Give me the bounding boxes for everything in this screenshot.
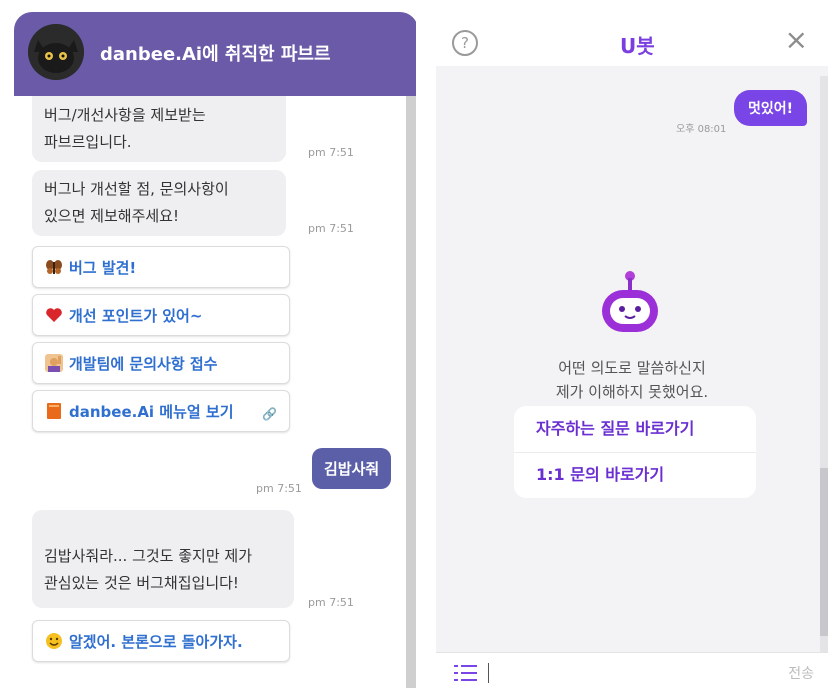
smile-icon: [45, 632, 63, 650]
quick-reply-manual[interactable]: danbee.Ai 메뉴얼 보기 🔗: [32, 390, 290, 432]
quick-reply-label: 알겠어. 본론으로 돌아가자.: [69, 632, 243, 651]
help-icon[interactable]: ?: [452, 30, 478, 56]
bot-message-text: 김밥사줘라... 그것도 좋지만 제가 관심있는 것은 버그채집입니다!: [44, 547, 253, 592]
fallback-message: 어떤 의도로 말씀하신지 제가 이해하지 못했어요.: [555, 359, 709, 401]
person-raising-hand-icon: [45, 354, 63, 372]
faq-shortcut-button[interactable]: 자주하는 질문 바로가기: [514, 406, 756, 452]
chat-title: danbee.Ai에 취직한 파브르: [100, 44, 331, 65]
user-message: 멋있어!: [734, 90, 808, 126]
bot-message: 버그/개선사항을 제보받는 파브르입니다.: [32, 96, 286, 162]
quick-reply-back-to-topic[interactable]: 알겠어. 본론으로 돌아가자.: [32, 620, 290, 662]
bot-message: 김밥사줘라... 그것도 좋지만 제가 관심있는 것은 버그채집입니다! ✾: [32, 510, 294, 647]
user-message: 김밥사줘: [312, 448, 392, 489]
message-time: pm 7:51: [308, 596, 354, 609]
heart-icon: [45, 306, 63, 324]
inquiry-shortcut-button[interactable]: 1:1 문의 바로가기: [514, 452, 756, 498]
close-icon[interactable]: ×: [785, 26, 808, 54]
text-cursor: [488, 663, 489, 683]
message-time: pm 7:51: [308, 222, 354, 235]
send-button[interactable]: 전송: [788, 663, 814, 683]
message-time: pm 7:51: [308, 146, 354, 159]
message-time: 오후 08:01: [676, 124, 727, 135]
quick-reply-improvement[interactable]: 개선 포인트가 있어~: [32, 294, 290, 336]
quick-reply-label: 버그 발견!: [69, 258, 137, 277]
bot-message: 버그나 개선할 점, 문의사항이 있으면 제보해주세요!: [32, 170, 286, 236]
butterfly-icon: [45, 258, 63, 276]
choice-card: 자주하는 질문 바로가기 1:1 문의 바로가기: [514, 406, 756, 498]
robot-icon: [598, 270, 662, 344]
black-cat-avatar: [28, 24, 84, 80]
left-chat-panel: danbee.Ai에 취직한 파브르 버그/개선사항을 제보받는 파브르입니다.…: [8, 8, 416, 688]
quick-reply-contact-dev[interactable]: 개발팀에 문의사항 접수: [32, 342, 290, 384]
right-chat-panel: ? U봇 × 멋있어! 오후 08:01 어떤 의도로 말씀하신지 제가 이해하…: [436, 8, 828, 688]
scrollbar[interactable]: [406, 96, 416, 688]
chat-header: ? U봇 ×: [436, 8, 828, 66]
message-composer[interactable]: 전송: [436, 652, 828, 688]
quick-reply-label: 개발팀에 문의사항 접수: [69, 354, 218, 373]
quick-reply-label: danbee.Ai 메뉴얼 보기: [69, 402, 234, 421]
message-time: pm 7:51: [256, 482, 302, 495]
quick-reply-label: 개선 포인트가 있어~: [69, 306, 203, 325]
scrollbar-thumb[interactable]: [820, 468, 828, 636]
quick-reply-bug-found[interactable]: 버그 발견!: [32, 246, 290, 288]
chat-message-list: 버그/개선사항을 제보받는 파브르입니다. pm 7:51 버그나 개선할 점,…: [18, 96, 410, 688]
link-icon: 🔗: [262, 407, 277, 421]
chat-header: danbee.Ai에 취직한 파브르: [14, 12, 416, 96]
chat-title: U봇: [620, 34, 655, 58]
book-icon: [45, 402, 63, 420]
menu-list-icon[interactable]: [454, 663, 478, 683]
